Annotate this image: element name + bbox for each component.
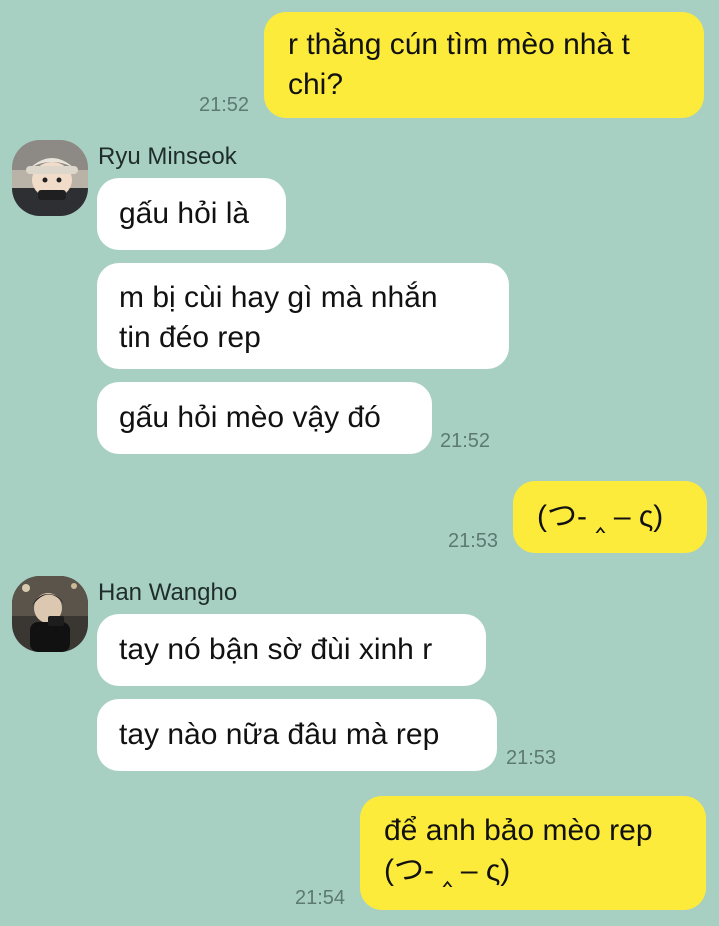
my-message-bubble[interactable]: r thằng cún tìm mèo nhà t chi? [264, 12, 704, 118]
message-timestamp: 21:52 [199, 94, 250, 116]
received-message-bubble[interactable]: tay nó bận sờ đùi xinh r [97, 614, 486, 686]
message-timestamp: 21:53 [448, 530, 499, 552]
sender-name: Ryu Minseok [98, 143, 237, 170]
avatar[interactable] [12, 576, 88, 652]
my-message-bubble[interactable]: để anh bảo mèo rep (つ- ‸ – ς) [360, 796, 706, 910]
my-message-bubble[interactable]: (つ- ‸ – ς) [513, 481, 707, 553]
received-message-bubble[interactable]: tay nào nữa đâu mà rep [97, 699, 497, 771]
sender-name: Han Wangho [98, 579, 238, 606]
message-timestamp: 21:53 [506, 747, 557, 769]
message-timestamp: 21:54 [295, 887, 346, 909]
avatar[interactable] [12, 140, 88, 216]
avatar-han-wangho-icon [12, 576, 88, 652]
received-message-bubble[interactable]: m bị cùi hay gì mà nhắn tin đéo rep [97, 263, 509, 369]
avatar-ryu-minseok-icon [12, 140, 88, 216]
message-timestamp: 21:52 [440, 430, 491, 452]
received-message-bubble[interactable]: gấu hỏi là [97, 178, 286, 250]
received-message-bubble[interactable]: gấu hỏi mèo vậy đó [97, 382, 432, 454]
